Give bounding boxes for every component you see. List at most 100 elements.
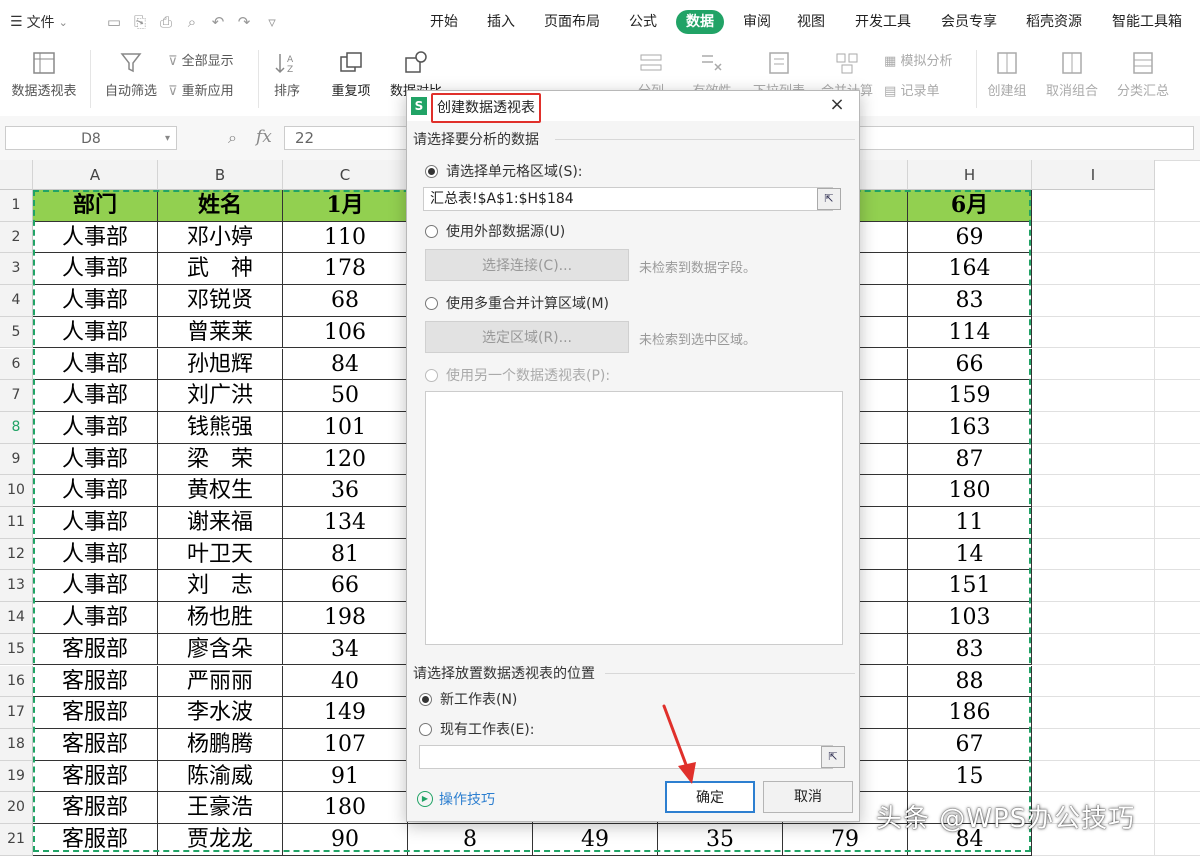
table-cell[interactable]: 人事部 <box>33 538 158 571</box>
table-cell[interactable]: 66 <box>283 570 408 603</box>
table-cell[interactable]: 15 <box>908 760 1032 793</box>
table-cell[interactable]: 黄权生 <box>158 475 283 507</box>
table-cell[interactable]: 客服部 <box>33 792 158 824</box>
table-cell[interactable]: 客服部 <box>33 633 158 666</box>
table-cell[interactable]: 邓锐贤 <box>158 285 283 317</box>
empty-cell[interactable] <box>1032 633 1155 666</box>
row-header-12[interactable]: 12 <box>0 538 33 571</box>
tab-6[interactable]: 视图 <box>797 10 825 34</box>
row-header-8[interactable]: 8 <box>0 411 33 444</box>
table-cell[interactable]: 人事部 <box>33 507 158 539</box>
row-header-17[interactable]: 17 <box>0 697 33 729</box>
empty-cell[interactable] <box>1032 570 1155 603</box>
table-cell[interactable]: 163 <box>908 411 1032 444</box>
table-cell[interactable]: 人事部 <box>33 348 158 381</box>
table-cell[interactable]: 120 <box>283 443 408 476</box>
table-cell[interactable]: 王豪浩 <box>158 792 283 824</box>
tab-0[interactable]: 开始 <box>430 10 458 34</box>
table-cell[interactable]: 88 <box>908 665 1032 698</box>
table-cell[interactable]: 87 <box>908 443 1032 476</box>
tab-8[interactable]: 会员专享 <box>941 10 997 34</box>
table-cell[interactable]: 83 <box>908 285 1032 317</box>
ok-button[interactable]: 确定 <box>665 781 755 813</box>
empty-cell[interactable] <box>1155 285 1200 317</box>
empty-cell[interactable] <box>1155 634 1200 666</box>
table-cell[interactable]: 11 <box>908 507 1032 539</box>
undo-icon[interactable]: ↶ <box>208 12 228 32</box>
header-cell[interactable]: 部门 <box>33 190 158 222</box>
record-button[interactable]: ▤ 记录单 <box>884 80 939 99</box>
column-header-A[interactable]: A <box>33 160 158 190</box>
table-cell[interactable]: 69 <box>908 221 1032 254</box>
radio-external-source[interactable]: 使用外部数据源(U) <box>425 221 565 241</box>
table-cell[interactable]: 34 <box>283 633 408 666</box>
radio-multi-consolidation[interactable]: 使用多重合并计算区域(M) <box>425 293 609 313</box>
table-cell[interactable]: 84 <box>283 348 408 381</box>
table-cell[interactable]: 人事部 <box>33 380 158 412</box>
tips-link[interactable]: ▶ 操作技巧 <box>417 789 495 809</box>
column-header-C[interactable]: C <box>283 160 408 190</box>
table-cell[interactable]: 人事部 <box>33 221 158 254</box>
empty-cell[interactable] <box>1155 824 1200 856</box>
empty-cell[interactable] <box>1155 666 1200 698</box>
empty-cell[interactable] <box>1155 792 1200 824</box>
preview-icon[interactable]: ⌕ <box>182 12 202 32</box>
table-cell[interactable]: 81 <box>283 538 408 571</box>
table-cell[interactable]: 103 <box>908 602 1032 634</box>
radio-existing-sheet[interactable]: 现有工作表(E): <box>419 719 535 739</box>
customize-icon[interactable]: ▿ <box>262 12 282 32</box>
table-cell[interactable]: 客服部 <box>33 697 158 729</box>
table-cell[interactable]: 151 <box>908 570 1032 603</box>
table-cell[interactable]: 159 <box>908 380 1032 412</box>
table-cell[interactable]: 83 <box>908 633 1032 666</box>
empty-cell[interactable] <box>1155 570 1200 603</box>
table-cell[interactable]: 客服部 <box>33 824 158 856</box>
table-cell[interactable]: 杨鹏腾 <box>158 728 283 761</box>
empty-cell[interactable] <box>1155 380 1200 412</box>
column-header-I[interactable]: I <box>1032 160 1155 190</box>
select-connection-button[interactable]: 选择连接(C)... <box>425 249 629 281</box>
table-cell[interactable]: 陈渝威 <box>158 760 283 793</box>
row-header-18[interactable]: 18 <box>0 728 33 761</box>
table-cell[interactable]: 人事部 <box>33 602 158 634</box>
autofilter-button[interactable]: 自动筛选 <box>100 50 162 99</box>
redo-icon[interactable]: ↷ <box>234 12 254 32</box>
table-cell[interactable]: 人事部 <box>33 411 158 444</box>
table-cell[interactable]: 人事部 <box>33 253 158 286</box>
empty-cell[interactable] <box>1155 349 1200 381</box>
table-cell[interactable]: 人事部 <box>33 570 158 603</box>
tab-3[interactable]: 公式 <box>629 10 657 34</box>
reapply-button[interactable]: ⊽ 重新应用 <box>168 80 234 99</box>
save-icon[interactable]: ▭ <box>104 12 124 32</box>
empty-cell[interactable] <box>1032 507 1155 539</box>
row-header-3[interactable]: 3 <box>0 253 33 286</box>
subtotal-button[interactable]: 分类汇总 <box>1112 50 1174 99</box>
sort-button[interactable]: AZ 排序 <box>264 50 310 99</box>
table-cell[interactable]: 67 <box>908 728 1032 761</box>
empty-cell[interactable] <box>1032 411 1155 444</box>
print-icon[interactable]: ⎙ <box>156 12 176 32</box>
row-header-6[interactable]: 6 <box>0 348 33 381</box>
row-header-2[interactable]: 2 <box>0 221 33 254</box>
table-cell[interactable]: 134 <box>283 507 408 539</box>
empty-cell[interactable] <box>1155 253 1200 286</box>
empty-cell[interactable] <box>1155 444 1200 476</box>
table-cell[interactable]: 刘广洪 <box>158 380 283 412</box>
empty-cell[interactable] <box>1032 285 1155 317</box>
empty-cell[interactable] <box>1032 665 1155 698</box>
table-cell[interactable]: 149 <box>283 697 408 729</box>
header-cell[interactable]: 姓名 <box>158 190 283 222</box>
tab-4[interactable]: 数据 <box>676 10 724 34</box>
table-cell[interactable]: 91 <box>283 760 408 793</box>
empty-cell[interactable] <box>1032 443 1155 476</box>
table-cell[interactable]: 人事部 <box>33 285 158 317</box>
empty-cell[interactable] <box>1155 507 1200 539</box>
radio-select-range[interactable]: 请选择单元格区域(S): <box>425 161 583 181</box>
select-all-corner[interactable] <box>0 160 33 190</box>
empty-cell[interactable] <box>1032 760 1155 793</box>
empty-cell[interactable] <box>1155 317 1200 349</box>
tab-9[interactable]: 稻壳资源 <box>1026 10 1082 34</box>
table-cell[interactable]: 梁 荣 <box>158 443 283 476</box>
table-cell[interactable]: 164 <box>908 253 1032 286</box>
table-cell[interactable]: 114 <box>908 316 1032 349</box>
